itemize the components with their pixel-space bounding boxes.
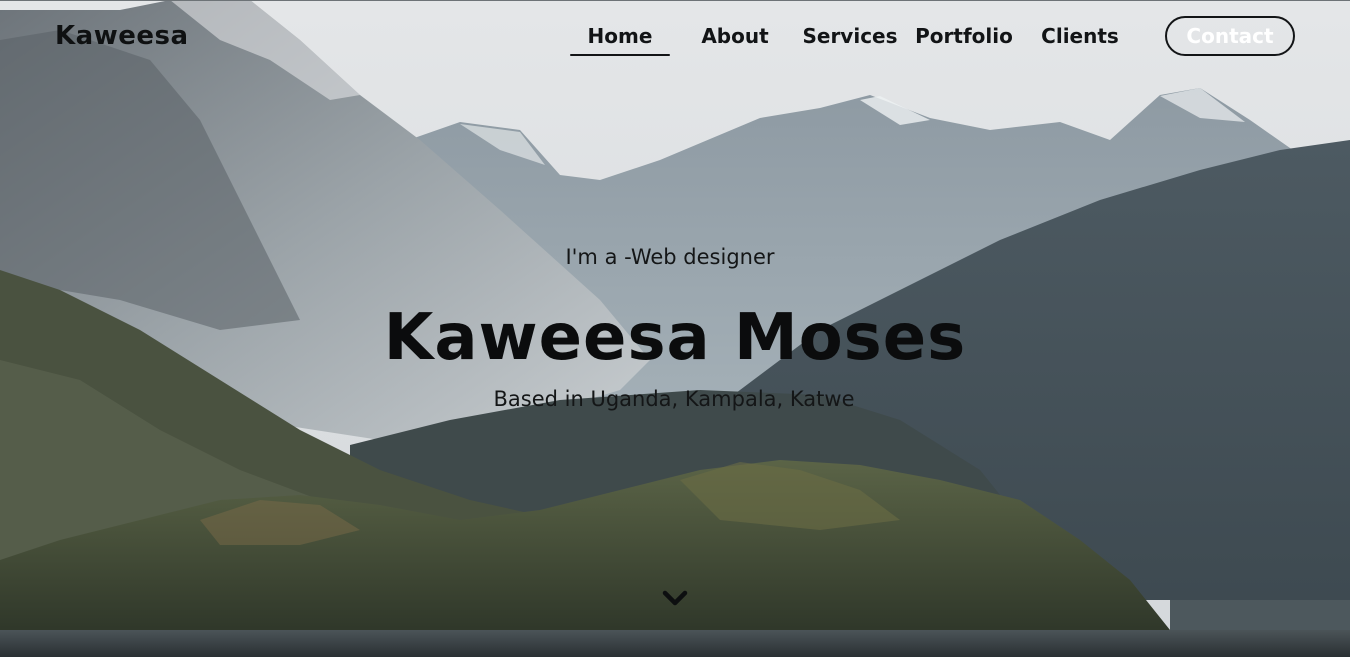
- nav-services-link[interactable]: Services: [802, 16, 898, 56]
- nav-portfolio-link[interactable]: Portfolio: [914, 16, 1014, 56]
- nav-home-link[interactable]: Home: [570, 16, 670, 56]
- contact-button[interactable]: Contact: [1165, 16, 1295, 56]
- top-border: [0, 0, 1350, 1]
- hero-name: Kaweesa Moses: [383, 301, 967, 375]
- nav-about-link[interactable]: About: [695, 16, 775, 56]
- hero-tagline: I'm a -Web designer: [565, 245, 775, 269]
- hero-section: Kaweesa Home About Services Portfolio Cl…: [0, 0, 1350, 657]
- nav-clients-link[interactable]: Clients: [1038, 16, 1122, 56]
- site-logo[interactable]: Kaweesa: [55, 20, 189, 52]
- hero-location: Based in Uganda, Kampala, Katwe: [493, 387, 855, 411]
- chevron-down-icon[interactable]: [660, 586, 690, 610]
